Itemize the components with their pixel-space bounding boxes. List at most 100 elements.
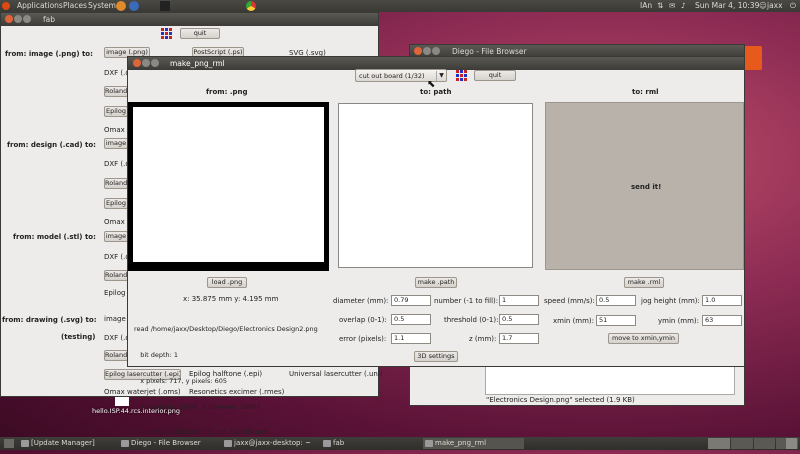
top-panel: Applications Places System IAn ⇅ ✉ ♪ Sun…	[0, 0, 800, 12]
task-fab[interactable]: fab	[321, 438, 422, 449]
user-name[interactable]: jaxx	[767, 1, 783, 10]
fab-button[interactable]: Roland	[104, 178, 128, 189]
fab-button[interactable]: image	[104, 231, 128, 242]
mail-icon[interactable]: ✉	[669, 1, 675, 10]
jog-height-label: jog height (mm):	[641, 297, 700, 305]
png-preview-canvas[interactable]	[128, 102, 329, 271]
task-make-png-rml[interactable]: make_png_rml	[423, 438, 524, 449]
trash-icon[interactable]	[786, 438, 797, 449]
clock[interactable]: Sun Mar 4, 10:39	[695, 1, 759, 10]
fab-row-label: (testing)	[61, 333, 96, 341]
workspace-3[interactable]	[753, 438, 776, 449]
power-icon[interactable]: ⏻	[790, 1, 796, 11]
task-label: Diego - File Browser	[131, 439, 201, 447]
bottom-panel: [Update Manager] Diego - File Browser ja…	[0, 437, 800, 450]
make-path-button[interactable]: make .path	[415, 277, 457, 288]
applications-menu[interactable]: Applications	[17, 1, 63, 10]
make-rml-button[interactable]: make .rml	[624, 277, 664, 288]
network-icon[interactable]: ⇅	[657, 1, 663, 10]
number-input[interactable]: 1	[499, 295, 539, 306]
overlap-label: overlap (0-1):	[339, 316, 387, 324]
workspace-switcher[interactable]	[708, 438, 798, 449]
minimize-icon[interactable]	[142, 59, 150, 67]
workspace-2[interactable]	[730, 438, 753, 449]
path-preview-canvas[interactable]	[338, 103, 533, 268]
volume-icon[interactable]: ♪	[681, 1, 686, 10]
fab-row-label: from: image (.png) to:	[5, 50, 93, 58]
close-icon[interactable]	[5, 15, 13, 23]
task-label: jaxx@jaxx-desktop: ~	[234, 439, 311, 447]
fab-quit-button[interactable]: quit	[180, 28, 220, 39]
firefox-icon[interactable]	[116, 1, 126, 11]
main-title: make_png_rml	[170, 59, 225, 68]
terminal-icon[interactable]	[160, 1, 170, 11]
maximize-icon[interactable]	[23, 15, 31, 23]
load-png-button[interactable]: load .png	[207, 277, 247, 288]
fab-logo-icon	[161, 28, 172, 39]
fab-row-label: from: drawing (.svg) to:	[2, 316, 97, 324]
fab-button[interactable]: DXF (.d	[104, 160, 130, 168]
help-icon[interactable]	[129, 1, 139, 11]
speed-label: speed (mm/s):	[544, 297, 595, 305]
minimize-icon[interactable]	[423, 47, 431, 55]
close-icon[interactable]	[133, 59, 141, 67]
overlap-input[interactable]: 0.5	[391, 314, 431, 325]
task-terminal[interactable]: jaxx@jaxx-desktop: ~	[222, 438, 319, 449]
error-input[interactable]: 1.1	[391, 333, 431, 344]
fab-button[interactable]: Epilog	[104, 106, 128, 117]
3d-settings-button[interactable]: 3D settings	[414, 351, 458, 362]
error-label: error (pixels):	[339, 335, 387, 343]
chrome-icon[interactable]	[246, 1, 256, 11]
fab-button[interactable]: image	[104, 138, 128, 149]
png-info-line: bit depth: 1	[134, 350, 179, 359]
task-label: [Update Manager]	[31, 439, 95, 447]
diameter-input[interactable]: 0.79	[391, 295, 431, 306]
main-quit-button[interactable]: quit	[474, 70, 516, 81]
maximize-icon[interactable]	[151, 59, 159, 67]
places-menu[interactable]: Places	[63, 1, 87, 10]
keyboard-layout[interactable]: IAn	[640, 1, 652, 10]
xmin-input[interactable]: 51	[596, 315, 636, 326]
file-list[interactable]	[485, 365, 735, 395]
fab-button[interactable]: Epilog l	[104, 289, 130, 297]
to-path-header: to: path	[420, 88, 452, 96]
task-label: fab	[333, 439, 345, 447]
close-icon[interactable]	[414, 47, 422, 55]
chevron-down-icon: ▼	[436, 71, 446, 81]
cursor-coordinates: x: 35.875 mm y: 4.195 mm	[183, 295, 279, 303]
fab-button[interactable]: Roland	[104, 270, 128, 281]
ubuntu-logo-icon[interactable]	[2, 2, 10, 10]
task-file-browser[interactable]: Diego - File Browser	[119, 438, 220, 449]
window-icon	[425, 440, 433, 447]
window-icon	[323, 440, 331, 447]
fab-button[interactable]: Epilog	[104, 198, 128, 209]
move-to-xmin-ymin-button[interactable]: move to xmin,ymin	[608, 333, 679, 344]
fab-button[interactable]: DXF (.d	[104, 334, 130, 342]
png-info-line: read /home/jaxx/Desktop/Diego/Electronic…	[134, 325, 318, 334]
z-input[interactable]: 1.7	[499, 333, 539, 344]
maximize-icon[interactable]	[432, 47, 440, 55]
fab-button[interactable]: Roland	[104, 86, 128, 97]
task-label: make_png_rml	[435, 439, 487, 447]
status-bar: "Electronics Design.png" selected (1.9 K…	[486, 396, 635, 404]
speed-input[interactable]: 0.5	[596, 295, 636, 306]
send-it-label: send it!	[631, 183, 662, 191]
fab-button[interactable]: DXF (.d	[104, 253, 130, 261]
send-it-button[interactable]: send it!	[545, 102, 744, 270]
fab-button[interactable]: image	[104, 315, 126, 323]
threshold-label: threshold (0-1):	[444, 316, 499, 324]
workspace-1[interactable]	[708, 438, 730, 449]
system-menu[interactable]: System	[88, 1, 116, 10]
z-label: z (mm):	[469, 335, 497, 343]
user-icon[interactable]: ☺	[759, 1, 767, 10]
task-update-manager[interactable]: [Update Manager]	[19, 438, 114, 449]
show-desktop-icon[interactable]	[4, 439, 14, 448]
fab-titlebar[interactable]: fab	[1, 13, 378, 26]
fab-button[interactable]: Roland	[104, 350, 128, 361]
jog-height-input[interactable]: 1.0	[702, 295, 742, 306]
threshold-input[interactable]: 0.5	[499, 314, 539, 325]
fab-row-label: from: model (.stl) to:	[13, 233, 96, 241]
minimize-icon[interactable]	[14, 15, 22, 23]
ymin-input[interactable]: 63	[702, 315, 742, 326]
window-icon	[21, 440, 29, 447]
